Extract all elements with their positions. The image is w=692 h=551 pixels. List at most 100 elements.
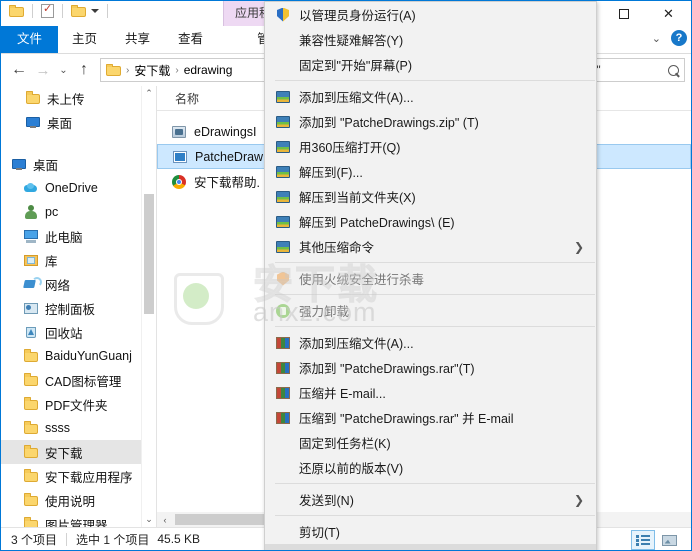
menu-item-restore-previous-versions[interactable]: 还原以前的版本(V) [265, 455, 596, 480]
navigation-pane: 未上传 桌面 桌面 OneDrive pc 此电脑 库 网络 控制面板 回收站 … [1, 86, 156, 527]
winrar-icon [275, 360, 291, 376]
nav-item-cad[interactable]: CAD图标管理 [1, 368, 156, 392]
nav-item-anxiazai[interactable]: 安下载 [1, 440, 156, 464]
up-button[interactable]: ↑ [72, 58, 96, 82]
menu-item-winrar-add-to-rar[interactable]: 添加到 "PatcheDrawings.rar"(T) [265, 355, 596, 380]
chevron-down-icon[interactable] [91, 9, 99, 13]
menu-item-label: 发送到(N) [299, 494, 354, 508]
nav-item-pc-user[interactable]: pc [1, 200, 156, 224]
nav-item-instructions[interactable]: 使用说明 [1, 488, 156, 512]
nav-item-libraries[interactable]: 库 [1, 248, 156, 272]
status-divider [66, 532, 68, 546]
menu-item-label: 固定到"开始"屏幕(P) [299, 59, 413, 73]
menu-item-other-archive-commands[interactable]: 其他压缩命令 ❯ [265, 234, 596, 259]
archive-360-icon [275, 214, 291, 230]
menu-item-send-to[interactable]: 发送到(N) ❯ [265, 487, 596, 512]
nav-item-desktop-child[interactable]: 桌面 [1, 110, 156, 134]
menu-item-label: 添加到压缩文件(A)... [299, 337, 414, 351]
app-icon [171, 124, 187, 140]
thumbnail-view-icon [661, 534, 677, 546]
nav-item-recycle-bin[interactable]: 回收站 [1, 320, 156, 344]
tab-view[interactable]: 查看 [164, 26, 217, 53]
menu-item-extract-to[interactable]: 解压到(F)... [265, 159, 596, 184]
nav-item-image-manager[interactable]: 图片管理器 [1, 512, 156, 527]
nav-item-onedrive[interactable]: OneDrive [1, 176, 156, 200]
properties-icon[interactable] [41, 2, 54, 18]
back-button[interactable]: ← [7, 58, 31, 82]
thumbnail-view-button[interactable] [657, 530, 681, 550]
breadcrumb-item-1[interactable]: edrawing [184, 63, 233, 77]
nav-pane-scrollbar[interactable]: ⌃ ⌄ [141, 86, 156, 527]
scrollbar-thumb[interactable] [144, 194, 154, 314]
nav-item-label: PDF文件夹 [45, 398, 108, 413]
menu-item-run-as-admin[interactable]: 以管理员身份运行(A) [265, 2, 596, 27]
nav-item-anxiazai-apps[interactable]: 安下载应用程序 [1, 464, 156, 488]
shield-icon [275, 7, 291, 23]
menu-item-label: 使用火绒安全进行杀毒 [299, 273, 425, 287]
menu-separator [275, 483, 595, 484]
help-icon[interactable]: ? [671, 30, 687, 46]
recent-locations-button[interactable]: ⌄ [55, 58, 72, 82]
menu-item-label: 解压到 PatcheDrawings\ (E) [299, 216, 455, 230]
nav-item-network[interactable]: 网络 [1, 272, 156, 296]
menu-item-compress-to-rar-and-email[interactable]: 压缩到 "PatcheDrawings.rar" 并 E-mail [265, 405, 596, 430]
winrar-icon [275, 385, 291, 401]
tab-share[interactable]: 共享 [111, 26, 164, 53]
breadcrumb-separator-1[interactable]: › [126, 65, 129, 76]
menu-item-extract-to-folder[interactable]: 解压到 PatcheDrawings\ (E) [265, 209, 596, 234]
nav-item-label: 未上传 [47, 92, 85, 107]
folder-icon [25, 90, 41, 106]
menu-item-label: 用360压缩打开(Q) [299, 141, 401, 155]
nav-item-label: 控制面板 [45, 302, 96, 317]
nav-item-baiduyunguanj[interactable]: BaiduYunGuanj [1, 344, 156, 368]
recycle-bin-icon [23, 324, 39, 340]
scroll-left-icon[interactable]: ‹ [157, 515, 173, 525]
menu-item-open-with-360zip[interactable]: 用360压缩打开(Q) [265, 134, 596, 159]
chevron-right-icon: ❯ [573, 239, 584, 254]
menu-item-copy[interactable]: 复制(C) [265, 544, 596, 550]
breadcrumb-separator-2[interactable]: › [175, 65, 178, 76]
status-selection: 选中 1 个项目 [76, 532, 150, 547]
archive-360-icon [275, 164, 291, 180]
chevron-down-icon-ribbon[interactable]: ⌄ [652, 32, 661, 45]
menu-item-add-to-zip[interactable]: 添加到 "PatcheDrawings.zip" (T) [265, 109, 596, 134]
scroll-up-icon[interactable]: ⌃ [142, 86, 156, 101]
breadcrumb-item-0[interactable]: 安下载 [134, 62, 170, 79]
this-pc-icon [23, 228, 39, 244]
search-icon[interactable] [665, 62, 682, 78]
view-mode-toggle [631, 530, 681, 550]
nav-item-ssss[interactable]: ssss [1, 416, 156, 440]
tab-file[interactable]: 文件 [1, 26, 59, 53]
menu-item-cut[interactable]: 剪切(T) [265, 519, 596, 544]
close-button[interactable]: ✕ [646, 1, 691, 26]
scroll-down-icon[interactable]: ⌄ [142, 512, 156, 527]
nav-item-pdf[interactable]: PDF文件夹 [1, 392, 156, 416]
forward-button[interactable]: → [31, 58, 55, 82]
menu-item-compatibility-troubleshoot[interactable]: 兼容性疑难解答(Y) [265, 27, 596, 52]
new-folder-icon[interactable] [71, 5, 86, 17]
menu-item-label: 压缩并 E-mail... [299, 387, 386, 401]
nav-item-weishangchuan[interactable]: 未上传 [1, 86, 156, 110]
nav-item-this-pc[interactable]: 此电脑 [1, 224, 156, 248]
menu-item-extract-here[interactable]: 解压到当前文件夹(X) [265, 184, 596, 209]
menu-item-compress-and-email[interactable]: 压缩并 E-mail... [265, 380, 596, 405]
network-icon [23, 276, 42, 292]
nav-item-control-panel[interactable]: 控制面板 [1, 296, 156, 320]
details-view-icon [636, 534, 650, 546]
details-view-button[interactable] [631, 530, 655, 550]
folder-icon[interactable] [9, 5, 24, 17]
menu-separator [275, 294, 595, 295]
menu-item-force-uninstall[interactable]: 强力卸载 [265, 298, 596, 323]
archive-360-icon [275, 89, 291, 105]
menu-item-huorong-scan[interactable]: 使用火绒安全进行杀毒 [265, 266, 596, 291]
menu-item-pin-to-taskbar[interactable]: 固定到任务栏(K) [265, 430, 596, 455]
maximize-button[interactable] [601, 1, 646, 26]
qat-divider-3 [107, 4, 108, 18]
menu-item-pin-to-start[interactable]: 固定到"开始"屏幕(P) [265, 52, 596, 77]
tab-home[interactable]: 主页 [58, 26, 111, 53]
window-controls: ✕ [601, 1, 691, 26]
menu-item-add-to-archive-360[interactable]: 添加到压缩文件(A)... [265, 84, 596, 109]
nav-item-desktop-root[interactable]: 桌面 [1, 152, 156, 176]
menu-item-winrar-add-to-archive[interactable]: 添加到压缩文件(A)... [265, 330, 596, 355]
close-icon: ✕ [663, 5, 674, 21]
